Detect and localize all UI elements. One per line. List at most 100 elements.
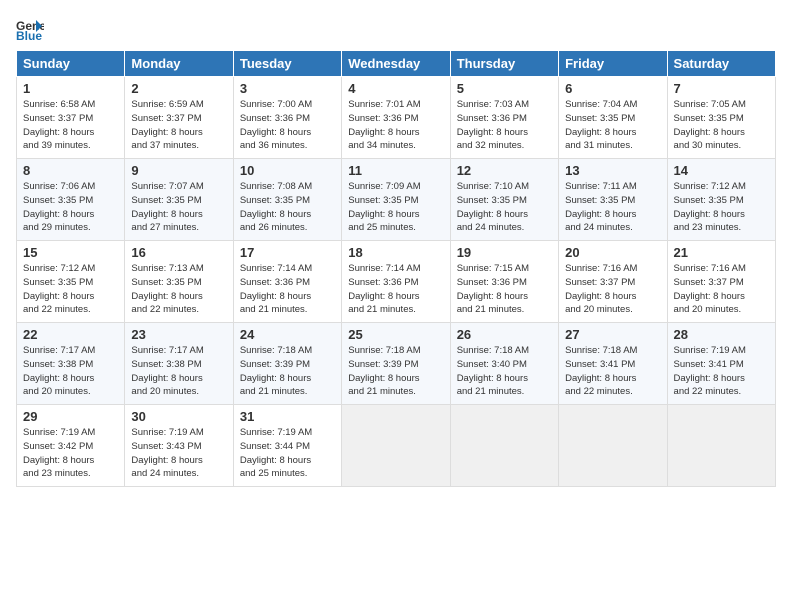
day-info: Sunrise: 7:10 AM Sunset: 3:35 PM Dayligh…: [457, 180, 552, 235]
day-info: Sunrise: 7:19 AM Sunset: 3:42 PM Dayligh…: [23, 426, 118, 481]
day-number: 10: [240, 163, 335, 178]
day-number: 25: [348, 327, 443, 342]
day-info: Sunrise: 7:18 AM Sunset: 3:41 PM Dayligh…: [565, 344, 660, 399]
day-info: Sunrise: 7:19 AM Sunset: 3:43 PM Dayligh…: [131, 426, 226, 481]
calendar-cell: 6Sunrise: 7:04 AM Sunset: 3:35 PM Daylig…: [559, 77, 667, 159]
calendar-cell: 27 Sunrise: 7:18 AM Sunset: 3:41 PM Dayli…: [559, 323, 667, 405]
day-info: Sunrise: 7:12 AM Sunset: 3:35 PM Dayligh…: [674, 180, 769, 235]
day-number: 29: [23, 409, 118, 424]
day-info: Sunrise: 7:16 AM Sunset: 3:37 PM Dayligh…: [674, 262, 769, 317]
calendar-cell: 15 Sunrise: 7:12 AM Sunset: 3:35 PM Dayli…: [17, 241, 125, 323]
calendar-cell: 21 Sunrise: 7:16 AM Sunset: 3:37 PM Dayli…: [667, 241, 775, 323]
calendar-cell: 14Sunrise: 7:12 AM Sunset: 3:35 PM Dayli…: [667, 159, 775, 241]
day-number: 9: [131, 163, 226, 178]
calendar-cell: [559, 405, 667, 487]
day-number: 13: [565, 163, 660, 178]
day-number: 18: [348, 245, 443, 260]
day-number: 15: [23, 245, 118, 260]
day-number: 20: [565, 245, 660, 260]
weekday-header: Wednesday: [342, 51, 450, 77]
logo: General Blue: [16, 12, 48, 40]
day-info: Sunrise: 6:59 AM Sunset: 3:37 PM Dayligh…: [131, 98, 226, 153]
day-info: Sunrise: 7:05 AM Sunset: 3:35 PM Dayligh…: [674, 98, 769, 153]
day-number: 3: [240, 81, 335, 96]
day-info: Sunrise: 7:17 AM Sunset: 3:38 PM Dayligh…: [131, 344, 226, 399]
calendar-cell: 8 Sunrise: 7:06 AM Sunset: 3:35 PM Daylig…: [17, 159, 125, 241]
calendar-cell: 23Sunrise: 7:17 AM Sunset: 3:38 PM Dayli…: [125, 323, 233, 405]
day-number: 17: [240, 245, 335, 260]
calendar-week-row: 8 Sunrise: 7:06 AM Sunset: 3:35 PM Daylig…: [17, 159, 776, 241]
day-number: 31: [240, 409, 335, 424]
calendar-cell: 10 Sunrise: 7:08 AM Sunset: 3:35 PM Dayli…: [233, 159, 341, 241]
calendar-cell: 12 Sunrise: 7:10 AM Sunset: 3:35 PM Dayli…: [450, 159, 558, 241]
calendar-cell: 3 Sunrise: 7:00 AM Sunset: 3:36 PM Daylig…: [233, 77, 341, 159]
day-info: Sunrise: 7:06 AM Sunset: 3:35 PM Dayligh…: [23, 180, 118, 235]
day-number: 4: [348, 81, 443, 96]
calendar-cell: 1 Sunrise: 6:58 AM Sunset: 3:37 PM Daylig…: [17, 77, 125, 159]
day-number: 21: [674, 245, 769, 260]
weekday-header: Monday: [125, 51, 233, 77]
weekday-header: Saturday: [667, 51, 775, 77]
day-number: 1: [23, 81, 118, 96]
calendar-cell: 19 Sunrise: 7:15 AM Sunset: 3:36 PM Dayli…: [450, 241, 558, 323]
day-number: 28: [674, 327, 769, 342]
calendar-week-row: 22 Sunrise: 7:17 AM Sunset: 3:38 PM Dayli…: [17, 323, 776, 405]
day-number: 22: [23, 327, 118, 342]
day-info: Sunrise: 7:07 AM Sunset: 3:35 PM Dayligh…: [131, 180, 226, 235]
calendar-cell: 26Sunrise: 7:18 AM Sunset: 3:40 PM Dayli…: [450, 323, 558, 405]
day-info: Sunrise: 7:04 AM Sunset: 3:35 PM Dayligh…: [565, 98, 660, 153]
day-info: Sunrise: 7:14 AM Sunset: 3:36 PM Dayligh…: [240, 262, 335, 317]
day-number: 12: [457, 163, 552, 178]
day-info: Sunrise: 7:18 AM Sunset: 3:39 PM Dayligh…: [240, 344, 335, 399]
calendar-cell: [342, 405, 450, 487]
day-info: Sunrise: 7:15 AM Sunset: 3:36 PM Dayligh…: [457, 262, 552, 317]
weekday-header: Thursday: [450, 51, 558, 77]
day-number: 19: [457, 245, 552, 260]
calendar-week-row: 15 Sunrise: 7:12 AM Sunset: 3:35 PM Dayli…: [17, 241, 776, 323]
day-info: Sunrise: 6:58 AM Sunset: 3:37 PM Dayligh…: [23, 98, 118, 153]
calendar-cell: [667, 405, 775, 487]
day-number: 30: [131, 409, 226, 424]
calendar-cell: 7Sunrise: 7:05 AM Sunset: 3:35 PM Daylig…: [667, 77, 775, 159]
day-info: Sunrise: 7:19 AM Sunset: 3:41 PM Dayligh…: [674, 344, 769, 399]
day-number: 27: [565, 327, 660, 342]
calendar-week-row: 1 Sunrise: 6:58 AM Sunset: 3:37 PM Daylig…: [17, 77, 776, 159]
page: General Blue SundayMondayTuesdayWednesda…: [0, 0, 792, 612]
calendar-cell: 18 Sunrise: 7:14 AM Sunset: 3:36 PM Dayli…: [342, 241, 450, 323]
day-info: Sunrise: 7:01 AM Sunset: 3:36 PM Dayligh…: [348, 98, 443, 153]
calendar-cell: 24 Sunrise: 7:18 AM Sunset: 3:39 PM Dayli…: [233, 323, 341, 405]
calendar-cell: 5 Sunrise: 7:03 AM Sunset: 3:36 PM Daylig…: [450, 77, 558, 159]
day-info: Sunrise: 7:08 AM Sunset: 3:35 PM Dayligh…: [240, 180, 335, 235]
weekday-header: Friday: [559, 51, 667, 77]
calendar-cell: [450, 405, 558, 487]
day-info: Sunrise: 7:14 AM Sunset: 3:36 PM Dayligh…: [348, 262, 443, 317]
day-info: Sunrise: 7:19 AM Sunset: 3:44 PM Dayligh…: [240, 426, 335, 481]
weekday-row: SundayMondayTuesdayWednesdayThursdayFrid…: [17, 51, 776, 77]
calendar-cell: 31 Sunrise: 7:19 AM Sunset: 3:44 PM Dayli…: [233, 405, 341, 487]
calendar-cell: 13 Sunrise: 7:11 AM Sunset: 3:35 PM Dayli…: [559, 159, 667, 241]
day-info: Sunrise: 7:00 AM Sunset: 3:36 PM Dayligh…: [240, 98, 335, 153]
calendar-cell: 25 Sunrise: 7:18 AM Sunset: 3:39 PM Dayli…: [342, 323, 450, 405]
calendar-cell: 2Sunrise: 6:59 AM Sunset: 3:37 PM Daylig…: [125, 77, 233, 159]
day-number: 5: [457, 81, 552, 96]
day-info: Sunrise: 7:18 AM Sunset: 3:40 PM Dayligh…: [457, 344, 552, 399]
calendar-cell: 20 Sunrise: 7:16 AM Sunset: 3:37 PM Dayli…: [559, 241, 667, 323]
day-info: Sunrise: 7:13 AM Sunset: 3:35 PM Dayligh…: [131, 262, 226, 317]
header: General Blue: [16, 12, 776, 40]
calendar-week-row: 29 Sunrise: 7:19 AM Sunset: 3:42 PM Dayli…: [17, 405, 776, 487]
day-info: Sunrise: 7:12 AM Sunset: 3:35 PM Dayligh…: [23, 262, 118, 317]
day-info: Sunrise: 7:18 AM Sunset: 3:39 PM Dayligh…: [348, 344, 443, 399]
weekday-header: Sunday: [17, 51, 125, 77]
calendar-cell: 17 Sunrise: 7:14 AM Sunset: 3:36 PM Dayli…: [233, 241, 341, 323]
day-info: Sunrise: 7:16 AM Sunset: 3:37 PM Dayligh…: [565, 262, 660, 317]
day-number: 8: [23, 163, 118, 178]
day-info: Sunrise: 7:03 AM Sunset: 3:36 PM Dayligh…: [457, 98, 552, 153]
weekday-header: Tuesday: [233, 51, 341, 77]
day-number: 11: [348, 163, 443, 178]
day-number: 16: [131, 245, 226, 260]
day-info: Sunrise: 7:09 AM Sunset: 3:35 PM Dayligh…: [348, 180, 443, 235]
calendar-cell: 4 Sunrise: 7:01 AM Sunset: 3:36 PM Daylig…: [342, 77, 450, 159]
calendar-cell: 22Sunrise: 7:17 AM Sunset: 3:38 PM Dayli…: [17, 323, 125, 405]
day-number: 24: [240, 327, 335, 342]
day-info: Sunrise: 7:11 AM Sunset: 3:35 PM Dayligh…: [565, 180, 660, 235]
